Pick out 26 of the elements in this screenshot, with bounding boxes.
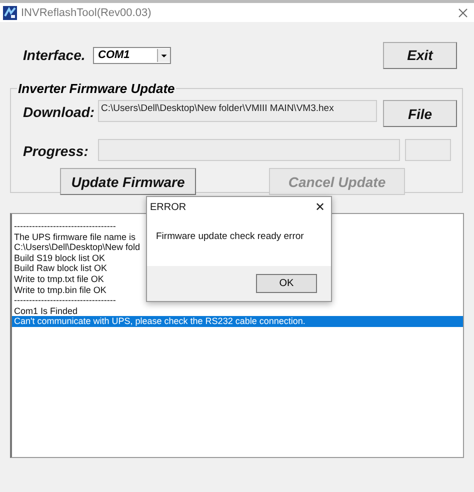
progress-label: Progress: bbox=[23, 143, 90, 159]
ok-button[interactable]: OK bbox=[256, 274, 317, 293]
log-line[interactable]: Write to tmp.bin file OK bbox=[12, 284, 106, 296]
download-label: Download: bbox=[23, 104, 96, 120]
dialog-message: Firmware update check ready error bbox=[155, 230, 305, 244]
exit-button[interactable]: Exit bbox=[383, 42, 457, 68]
dialog-title: ERROR bbox=[150, 202, 186, 212]
progress-percent-box bbox=[405, 139, 451, 161]
log-line[interactable]: ---------------------------------- bbox=[12, 295, 116, 306]
action-button[interactable]: Update Firmware bbox=[60, 168, 196, 195]
log-line[interactable]: Com1 Is Finded bbox=[12, 306, 78, 316]
log-line[interactable]: Write to tmp.txt file OK bbox=[12, 274, 104, 285]
app-icon bbox=[3, 6, 17, 20]
log-line[interactable]: C:\Users\Dell\Desktop\New fold bbox=[12, 242, 140, 253]
group-title: Inverter Firmware Update bbox=[17, 81, 176, 96]
download-path-field[interactable]: C:\Users\Dell\Desktop\New folder\VMIII MAIN\VM3.hex bbox=[98, 100, 377, 122]
close-icon[interactable] bbox=[458, 8, 468, 18]
interface-dropdown[interactable]: COM1 bbox=[93, 46, 171, 64]
window-title: INVReflashTool(Rev00.03) bbox=[21, 6, 152, 18]
close-button[interactable]: ✕ bbox=[309, 200, 331, 214]
log-line[interactable]: The UPS firmware file name is bbox=[12, 232, 136, 242]
log-line[interactable]: Build Raw block list OK bbox=[12, 263, 108, 274]
file-button[interactable]: File bbox=[383, 100, 457, 127]
log-line[interactable]: ---------------------------------- bbox=[12, 221, 116, 232]
interface-label: Interface. bbox=[23, 47, 86, 63]
log-line[interactable]: Build S19 block list OK bbox=[12, 252, 106, 264]
